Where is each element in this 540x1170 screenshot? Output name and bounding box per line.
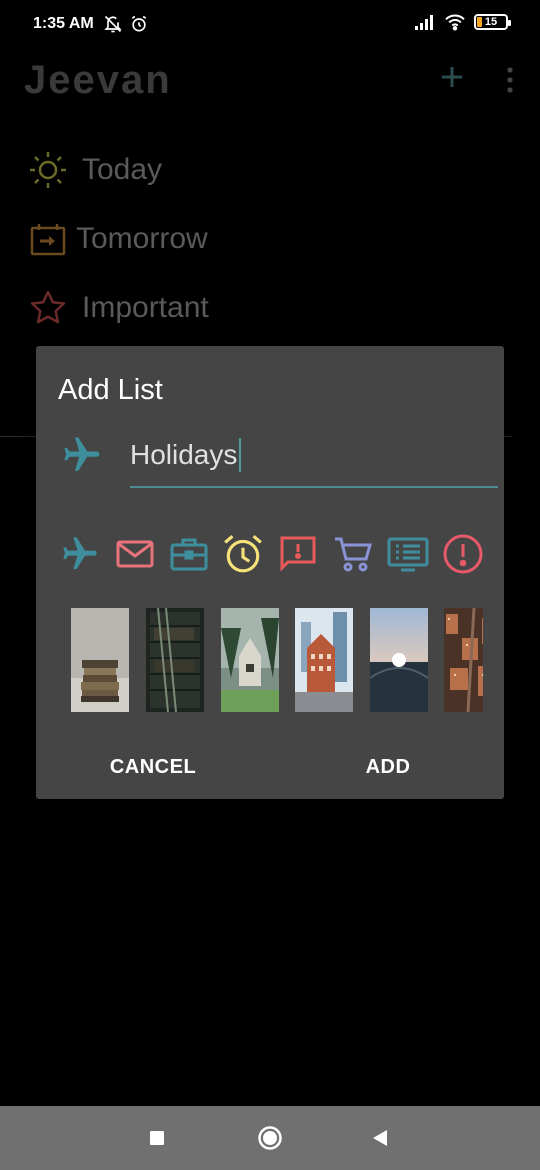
alert-icon[interactable] xyxy=(441,532,485,576)
list-name-value: Holidays xyxy=(130,439,238,470)
star-icon xyxy=(28,288,68,328)
recents-button[interactable] xyxy=(125,1106,189,1170)
mail-icon[interactable] xyxy=(113,532,157,576)
cart-icon[interactable] xyxy=(331,532,375,576)
feedback-icon[interactable] xyxy=(276,532,320,576)
dialog-title: Add List xyxy=(58,374,163,406)
wifi-icon xyxy=(445,14,465,31)
battery-text: 15 xyxy=(484,16,498,28)
add-list-dialog: Add List Holidays CANCEL ADD xyxy=(36,346,504,799)
nav-label-today: Today xyxy=(82,153,163,186)
alarm-icon xyxy=(131,15,147,32)
list-name-field[interactable]: Holidays xyxy=(130,430,498,488)
signal-icon xyxy=(415,15,433,30)
background-picker xyxy=(71,608,483,712)
back-button[interactable] xyxy=(348,1106,412,1170)
home-button[interactable] xyxy=(238,1106,302,1170)
background-thumb-sunset[interactable] xyxy=(370,608,428,712)
background-thumb-library[interactable] xyxy=(146,608,204,712)
status-right-icons: 15 xyxy=(414,13,511,31)
nav-label-important: Important xyxy=(82,291,209,324)
nav-label-tomorrow: Tomorrow xyxy=(76,222,208,255)
add-icon[interactable] xyxy=(437,62,467,92)
briefcase-icon[interactable] xyxy=(167,532,211,576)
cancel-button[interactable]: CANCEL xyxy=(76,742,230,792)
airplane-icon[interactable] xyxy=(58,532,102,576)
home-circle-icon xyxy=(258,1126,282,1150)
status-bar: 1:35 AM 15 xyxy=(0,0,540,50)
square-icon xyxy=(150,1131,164,1145)
nav-item-important[interactable]: Important xyxy=(28,288,209,328)
alarm-clock-icon[interactable] xyxy=(221,532,265,576)
text-cursor xyxy=(239,438,242,472)
background-thumb-books[interactable] xyxy=(71,608,129,712)
background-thumb-street[interactable] xyxy=(444,608,483,712)
nav-item-today[interactable]: Today xyxy=(28,150,162,190)
nav-item-tomorrow[interactable]: Tomorrow xyxy=(28,219,208,259)
back-triangle-icon xyxy=(373,1130,387,1146)
status-time: 1:35 AM xyxy=(33,15,94,32)
app-title: Jeevan xyxy=(24,58,172,102)
list-icon[interactable] xyxy=(386,532,430,576)
background-thumb-forest-house[interactable] xyxy=(221,608,279,712)
add-button[interactable]: ADD xyxy=(336,742,440,792)
battery-level xyxy=(477,17,482,27)
airplane-icon[interactable] xyxy=(60,434,102,476)
notifications-off-icon xyxy=(104,15,122,33)
battery-icon: 15 xyxy=(474,14,511,30)
sun-icon xyxy=(28,150,68,190)
list-name-input[interactable]: Holidays xyxy=(130,438,242,472)
system-nav-bar xyxy=(0,1106,540,1170)
background-thumb-city[interactable] xyxy=(295,608,353,712)
status-left-icons xyxy=(103,14,149,34)
icon-picker xyxy=(56,532,496,576)
calendar-arrow-icon xyxy=(28,219,68,259)
more-vert-icon[interactable] xyxy=(498,66,522,94)
